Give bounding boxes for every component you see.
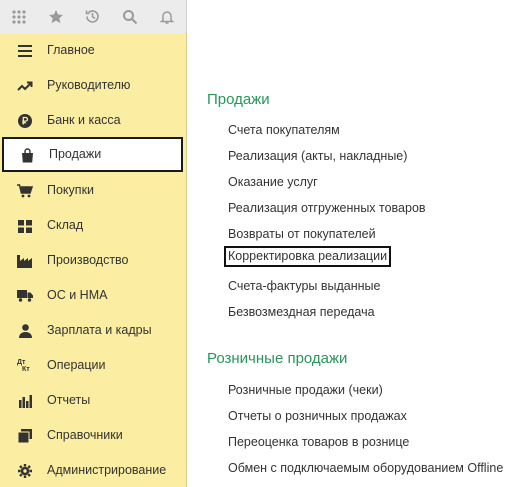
sidebar-item-administration[interactable]: Администрирование xyxy=(0,453,187,487)
sidebar-item-label: Отчеты xyxy=(47,393,91,407)
sidebar-item-assets[interactable]: ОС и НМА xyxy=(0,278,187,313)
link-retail-receipts[interactable]: Розничные продажи (чеки) xyxy=(228,383,383,397)
sidebar-item-production[interactable]: Производство xyxy=(0,243,187,278)
sidebar-item-label: Операции xyxy=(47,358,106,372)
link-issued-invoices[interactable]: Счета-фактуры выданные xyxy=(228,279,380,293)
sidebar-item-label: Зарплата и кадры xyxy=(47,323,152,337)
trend-icon xyxy=(17,79,33,93)
sidebar-item-label: Главное xyxy=(47,43,95,57)
star-icon[interactable] xyxy=(37,0,74,33)
link-sales-acts[interactable]: Реализация (акты, накладные) xyxy=(228,149,407,163)
sidebar-item-main[interactable]: Главное xyxy=(0,33,187,68)
link-shipped-goods-sales[interactable]: Реализация отгруженных товаров xyxy=(228,201,426,215)
sidebar-item-label: Продажи xyxy=(49,147,102,161)
bell-icon[interactable] xyxy=(148,0,185,33)
books-icon xyxy=(17,429,33,443)
warehouse-grid-icon xyxy=(17,219,33,233)
sidebar-item-label: Покупки xyxy=(47,183,95,197)
section-title-retail: Розничные продажи xyxy=(207,350,348,367)
link-retail-reports[interactable]: Отчеты о розничных продажах xyxy=(228,409,407,423)
bar-chart-icon xyxy=(17,394,33,408)
shopping-bag-icon xyxy=(19,147,35,162)
sidebar-item-label: Руководителю xyxy=(47,78,131,92)
sidebar-item-label: Справочники xyxy=(47,428,123,442)
top-toolbar xyxy=(0,0,187,33)
sidebar-item-warehouse[interactable]: Склад xyxy=(0,208,187,243)
cart-icon xyxy=(17,184,33,198)
person-icon xyxy=(17,324,33,338)
dt-label: Дт xyxy=(17,359,26,366)
sidebar-item-reports[interactable]: Отчеты xyxy=(0,383,187,418)
sidebar-item-label: Администрирование xyxy=(47,463,167,477)
ruble-coin-icon xyxy=(17,114,33,128)
sidebar-item-label: Банк и касса xyxy=(47,113,121,127)
sidebar-item-directories[interactable]: Справочники xyxy=(0,418,187,453)
link-offline-equipment[interactable]: Обмен с подключаемым оборудованием Offli… xyxy=(228,461,503,475)
kt-label: Кт xyxy=(22,366,30,373)
search-icon[interactable] xyxy=(111,0,148,33)
link-retail-revaluation[interactable]: Переоценка товаров в рознице xyxy=(228,435,409,449)
section-title-sales: Продажи xyxy=(207,91,270,108)
truck-icon xyxy=(17,289,33,303)
sidebar-item-operations[interactable]: Дт Кт Операции xyxy=(0,348,187,383)
sidebar-item-label: Производство xyxy=(47,253,129,267)
factory-icon xyxy=(17,254,33,268)
sidebar-item-purchases[interactable]: Покупки xyxy=(0,173,187,208)
apps-grid-icon[interactable] xyxy=(0,0,37,33)
link-customer-returns[interactable]: Возвраты от покупателей xyxy=(228,227,376,241)
sidebar-item-bank[interactable]: Банк и касса xyxy=(0,103,187,138)
sidebar-item-label: ОС и НМА xyxy=(47,288,108,302)
link-free-transfer[interactable]: Безвозмездная передача xyxy=(228,305,375,319)
link-services[interactable]: Оказание услуг xyxy=(228,175,318,189)
link-customer-invoices[interactable]: Счета покупателям xyxy=(228,123,340,137)
gear-icon xyxy=(17,464,33,478)
dt-kt-icon: Дт Кт xyxy=(17,359,33,373)
sidebar-item-sales[interactable]: Продажи xyxy=(2,137,183,172)
menu-lines-icon xyxy=(17,44,33,58)
link-sales-correction[interactable]: Корректировка реализации xyxy=(224,246,392,267)
history-icon[interactable] xyxy=(74,0,111,33)
sidebar-nav: Главное Руководителю Банк и касса Продаж… xyxy=(0,33,187,487)
sidebar-item-salary[interactable]: Зарплата и кадры xyxy=(0,313,187,348)
sidebar-item-director[interactable]: Руководителю xyxy=(0,68,187,103)
sidebar-item-label: Склад xyxy=(47,218,84,232)
